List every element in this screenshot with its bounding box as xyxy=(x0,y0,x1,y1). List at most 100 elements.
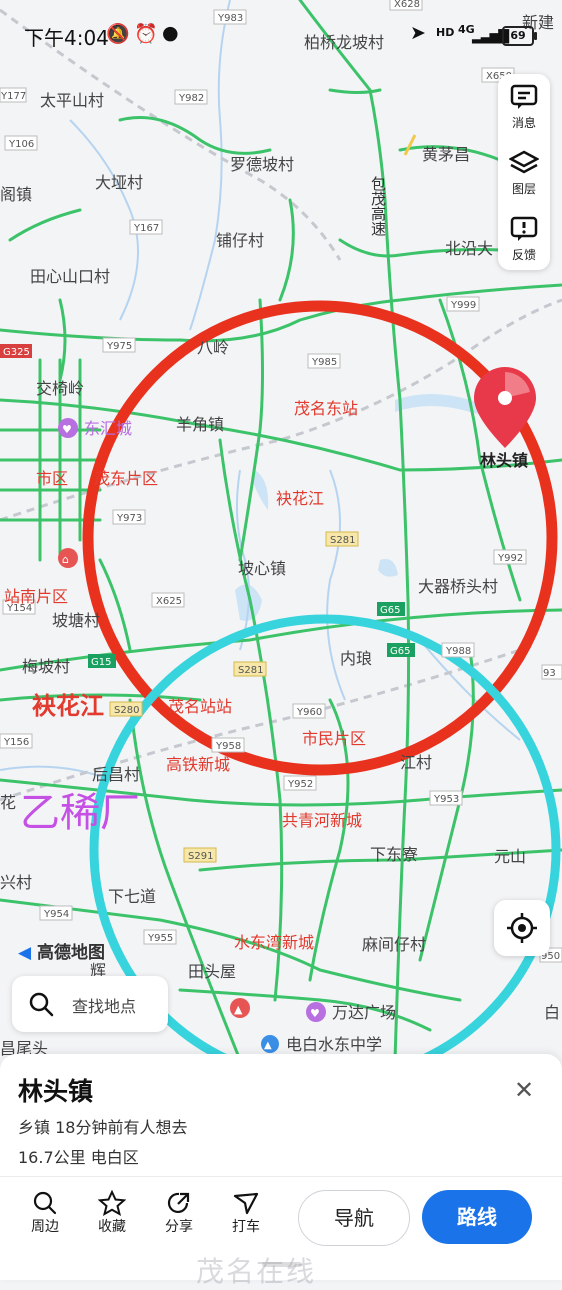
route-button[interactable]: 路线 xyxy=(422,1190,532,1244)
svg-text:Y953: Y953 xyxy=(433,794,459,805)
district-label: 市民片区 xyxy=(302,729,366,748)
road-label: G65 xyxy=(377,602,405,616)
nearby-label: 周边 xyxy=(31,1219,59,1235)
place-label: 元山 xyxy=(494,847,526,866)
star-icon xyxy=(98,1190,126,1216)
road-label: X625 xyxy=(151,592,185,608)
road-label: S280 xyxy=(109,701,143,717)
road-label: Y106 xyxy=(4,135,38,151)
place-label: 坡心镇 xyxy=(238,559,286,578)
annotation-label: 袂花江 xyxy=(32,692,104,720)
svg-text:G65: G65 xyxy=(390,646,410,657)
nearby-button[interactable]: 周边 xyxy=(20,1190,70,1236)
locate-button[interactable] xyxy=(494,900,550,956)
district-label: 袂花江 xyxy=(276,489,324,508)
svg-text:S281: S281 xyxy=(238,665,263,676)
svg-text:▲: ▲ xyxy=(234,1003,243,1016)
favorite-button[interactable]: 收藏 xyxy=(87,1190,137,1236)
district-label: 高铁新城 xyxy=(166,755,230,774)
svg-text:S281: S281 xyxy=(330,535,355,546)
search-input[interactable]: 查找地点 xyxy=(12,976,168,1032)
mall-icon[interactable]: ♥ xyxy=(58,418,78,438)
district-label: 茂名站站 xyxy=(168,697,232,716)
map-canvas[interactable]: Y983 X628 Y177 Y982 Y106 Y167 X650 Y999 … xyxy=(0,0,562,1060)
district-label: 市区 xyxy=(36,469,68,488)
svg-text:Y960: Y960 xyxy=(296,707,322,718)
svg-text:93: 93 xyxy=(543,668,556,679)
road-label: Y952 xyxy=(283,775,317,791)
place-label: 阁镇 xyxy=(0,185,32,204)
place-label: 内琅 xyxy=(340,649,372,668)
road-label: S291 xyxy=(183,847,217,863)
status-time: 下午4:04 xyxy=(24,26,109,50)
station-icon[interactable]: ⌂ xyxy=(58,548,78,568)
search-icon xyxy=(33,1191,57,1215)
annotation-label: 乙稀厂 xyxy=(20,790,140,836)
road-label: S281 xyxy=(325,531,359,547)
svg-text:Y955: Y955 xyxy=(147,933,173,944)
road-label: S281 xyxy=(233,661,267,677)
place-label: 黄茅昌 xyxy=(422,145,470,164)
svg-text:G15: G15 xyxy=(91,657,111,668)
taxi-icon xyxy=(233,1192,259,1215)
place-meta: 乡镇 18分钟前有人想去 xyxy=(18,1118,188,1137)
place-name: 林头镇 xyxy=(18,1077,94,1106)
layers-icon xyxy=(509,150,539,174)
district-label: 水东湾新城 xyxy=(234,933,314,952)
divider xyxy=(0,1176,562,1177)
road-label: Y988 xyxy=(441,642,475,658)
svg-text:包茂高速: 包茂高速 xyxy=(369,176,387,237)
district-label: 茂东片区 xyxy=(94,469,158,488)
navigate-button[interactable]: 导航 xyxy=(298,1190,410,1246)
svg-text:Y952: Y952 xyxy=(287,779,313,790)
favorite-label: 收藏 xyxy=(98,1219,126,1235)
share-label: 分享 xyxy=(165,1219,193,1235)
place-label: 八岭 xyxy=(197,338,229,357)
road-label: G15 xyxy=(88,654,116,668)
svg-text:G325: G325 xyxy=(3,347,30,358)
highway-label: 包茂高速 xyxy=(369,176,387,237)
close-icon[interactable]: ✕ xyxy=(514,1076,534,1104)
feedback-label: 反馈 xyxy=(511,248,536,262)
place-label: 白 xyxy=(544,1003,560,1022)
taxi-button[interactable]: 打车 xyxy=(221,1190,271,1236)
place-label: 田心山口村 xyxy=(30,267,110,286)
svg-text:Y999: Y999 xyxy=(450,300,476,311)
school-icon[interactable]: ▲ xyxy=(261,1035,279,1053)
road-label: Y958 xyxy=(211,737,245,753)
taxi-label: 打车 xyxy=(232,1219,260,1235)
place-label: 麻间仔村 xyxy=(362,935,426,954)
place-label: 太平山村 xyxy=(40,91,104,110)
svg-text:X625: X625 xyxy=(156,596,182,607)
svg-text:Y954: Y954 xyxy=(43,909,69,920)
messages-button[interactable]: 消息 xyxy=(498,74,550,138)
svg-text:Y167: Y167 xyxy=(133,223,159,234)
crosshair-icon xyxy=(507,913,537,943)
station-icon[interactable]: ▲ xyxy=(230,998,250,1018)
road-label: Y156 xyxy=(0,733,33,749)
place-label: 田头屋 xyxy=(188,962,236,981)
district-label: 茂名东站 xyxy=(294,399,358,418)
svg-text:Y958: Y958 xyxy=(215,741,241,752)
road-label: Y992 xyxy=(493,549,527,565)
messages-label: 消息 xyxy=(511,116,536,130)
place-label: 电白水东中学 xyxy=(286,1035,382,1054)
place-distance: 16.7公里 电白区 xyxy=(18,1148,139,1167)
place-label: 大垭村 xyxy=(95,173,143,192)
amap-logo-icon: ◀ xyxy=(18,943,32,963)
svg-text:Y985: Y985 xyxy=(311,357,337,368)
svg-text:♥: ♥ xyxy=(62,423,72,436)
svg-text:S280: S280 xyxy=(114,705,139,716)
alarm-icon: ⏰ xyxy=(134,23,158,45)
road-label: Y954 xyxy=(39,905,73,921)
share-icon xyxy=(167,1192,190,1214)
place-label: 坡塘村 xyxy=(52,611,100,630)
feedback-button[interactable]: 反馈 xyxy=(498,206,550,270)
place-label: 后昌村 xyxy=(92,765,140,784)
mall-icon[interactable]: ♥ xyxy=(306,1002,326,1022)
battery-icon: 69 xyxy=(502,26,537,46)
share-button[interactable]: 分享 xyxy=(154,1190,204,1236)
place-label: 花 xyxy=(0,793,16,812)
amap-logo-text: 高德地图 xyxy=(37,943,105,963)
layers-button[interactable]: 图层 xyxy=(498,140,550,204)
